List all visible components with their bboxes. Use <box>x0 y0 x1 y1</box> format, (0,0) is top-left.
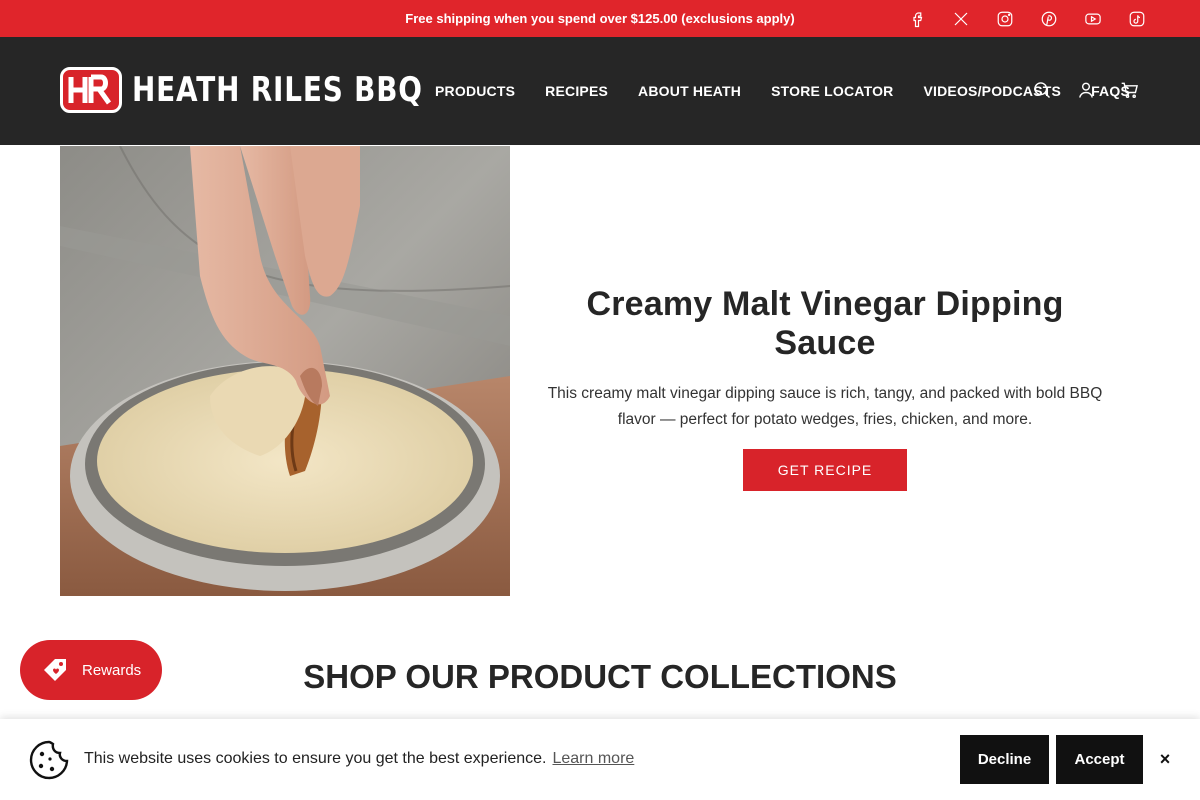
site-header: HEATH RILES BBQ PRODUCTS RECIPES ABOUT H… <box>0 37 1200 145</box>
header-icons <box>1032 80 1140 100</box>
hero-description: This creamy malt vinegar dipping sauce i… <box>547 385 1103 428</box>
hero-content: Creamy Malt Vinegar Dipping Sauce This c… <box>540 285 1110 491</box>
cookie-icon <box>29 740 69 780</box>
cart-icon[interactable] <box>1120 80 1140 100</box>
main-nav: PRODUCTS RECIPES ABOUT HEATH STORE LOCAT… <box>435 83 1130 99</box>
nav-about-heath[interactable]: ABOUT HEATH <box>638 83 741 99</box>
rewards-button[interactable]: Rewards <box>20 640 162 700</box>
learn-more-link[interactable]: Learn more <box>552 750 634 767</box>
nav-store-locator[interactable]: STORE LOCATOR <box>771 83 893 99</box>
logo-text: HEATH RILES BBQ <box>132 70 423 110</box>
hero-title: Creamy Malt Vinegar Dipping Sauce <box>586 285 1064 362</box>
hero-image <box>60 146 510 596</box>
rewards-label: Rewards <box>82 661 142 679</box>
tiktok-icon[interactable] <box>1126 8 1148 30</box>
logo-badge-icon <box>60 67 122 113</box>
get-recipe-button[interactable]: GET RECIPE <box>742 449 908 491</box>
rewards-tag-icon <box>44 659 66 681</box>
cookie-banner: This website uses cookies to ensure you … <box>0 719 1200 800</box>
youtube-icon[interactable] <box>1082 8 1104 30</box>
collections-heading: SHOP OUR PRODUCT COLLECTIONS <box>303 658 897 695</box>
search-icon[interactable] <box>1032 80 1052 100</box>
facebook-icon[interactable] <box>906 8 928 30</box>
x-icon[interactable] <box>950 8 972 30</box>
decline-button[interactable]: Decline <box>960 735 1049 784</box>
instagram-icon[interactable] <box>994 8 1016 30</box>
site-logo[interactable]: HEATH RILES BBQ <box>60 67 487 113</box>
pinterest-icon[interactable] <box>1038 8 1060 30</box>
announcement-bar: Free shipping when you spend over $125.0… <box>0 0 1200 37</box>
cookie-message: This website uses cookies to ensure you … <box>84 750 547 767</box>
accept-button[interactable]: Accept <box>1056 735 1143 784</box>
cookie-message-row: This website uses cookies to ensure you … <box>84 750 634 768</box>
nav-products[interactable]: PRODUCTS <box>435 83 515 99</box>
account-icon[interactable] <box>1076 80 1096 100</box>
nav-recipes[interactable]: RECIPES <box>545 83 608 99</box>
close-icon[interactable]: × <box>1156 749 1174 769</box>
social-links <box>906 8 1148 30</box>
